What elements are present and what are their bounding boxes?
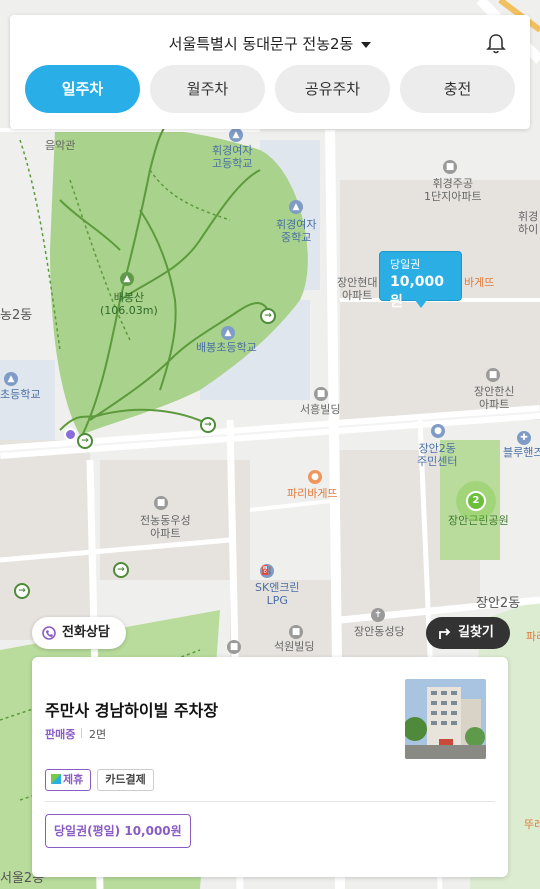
location-selector[interactable]: 서울특별시 동대문구 전농2동 <box>10 33 530 54</box>
building-icon: ■ <box>154 496 168 510</box>
marker-price: 10,000원 <box>390 274 445 310</box>
church-icon: ✝ <box>371 608 385 622</box>
map-label-elementary-left: 초등학교 <box>0 388 41 401</box>
school-icon: ▲ <box>221 326 235 340</box>
map-label-baebong-elementary: 배봉초등학교 <box>196 341 257 354</box>
phone-consult-label: 전화상담 <box>62 625 110 640</box>
tab-charging[interactable]: 충전 <box>400 65 515 113</box>
parking-lot-name: 주만사 경남하이빌 주차장 <box>45 701 219 720</box>
tab-shared-parking[interactable]: 공유주차 <box>275 65 390 113</box>
school-icon: ▲ <box>289 200 303 214</box>
map-label-hwikyung-apt: 휘경주공 1단지아파트 <box>424 177 482 203</box>
gas-station-icon: ⛽ <box>260 564 274 578</box>
map-label-seokwon: 석원빌딩 <box>274 640 315 653</box>
partner-logo-icon <box>51 774 61 784</box>
feature-tags: 제휴 카드결제 <box>45 769 154 791</box>
building-icon: ■ <box>227 640 241 654</box>
map-label-jangandong-church: 장안동성당 <box>354 625 405 638</box>
bakery-icon: ● <box>308 470 322 484</box>
school-icon: ▲ <box>4 372 18 386</box>
location-label: 서울특별시 동대문구 전농2동 <box>168 35 354 53</box>
chevron-down-icon <box>361 41 372 48</box>
building-icon: ■ <box>289 625 303 639</box>
map-label-hwi-right: 휘경 하이 <box>518 210 539 236</box>
sale-status: 판매중 <box>45 728 76 741</box>
tag-partner: 제휴 <box>45 769 92 791</box>
tag-partner-label: 제휴 <box>63 773 84 786</box>
trail-marker: → <box>77 433 93 449</box>
map-label-sk-lpg: SK엔크린 LPG <box>255 581 300 607</box>
map-label-ttu-partial: 뚜레 <box>524 818 540 831</box>
directions-label: 길찾기 <box>458 625 494 640</box>
map-label-jangan2dong: 장안2동 <box>476 596 521 611</box>
search-header: 서울특별시 동대문구 전농2동 일주차 월주차 공유주차 충전 <box>10 15 530 129</box>
mountain-icon: ▲ <box>120 272 134 286</box>
marker-ticket-type: 당일권 <box>390 258 421 271</box>
card-divider <box>45 801 495 802</box>
trail-marker: → <box>14 583 30 599</box>
ticket-option[interactable]: 당일권(평일) 10,000원 <box>45 814 191 848</box>
parking-cluster-marker[interactable]: 2 <box>456 481 496 521</box>
trail-marker: → <box>200 417 216 433</box>
map-label-jeonnong-apt: 전농동우성 아파트 <box>140 514 191 540</box>
building-icon: ■ <box>486 368 500 382</box>
map-label-seoheung: 서흥빌딩 <box>300 403 341 416</box>
map-label-pari-partial: 파리 <box>526 630 540 643</box>
map-label-jangan2-center: 장안2동 주민센터 <box>417 442 458 468</box>
building-icon: ■ <box>314 387 328 401</box>
trail-marker: → <box>113 562 129 578</box>
map-label-hwikyung-girls-middle: 휘경여자 중학교 <box>276 218 317 244</box>
map-label-bluehands: 블루핸즈 <box>503 446 540 459</box>
cluster-count: 2 <box>466 491 486 511</box>
bell-icon[interactable] <box>486 33 506 55</box>
map-label-hwikyung-girls-high: 휘경여자 고등학교 <box>212 144 253 170</box>
tab-daily-parking[interactable]: 일주차 <box>25 65 140 113</box>
space-count: 2면 <box>89 728 107 741</box>
divider <box>81 728 82 738</box>
map-label-bakery-partial: 바게뜨 <box>464 276 495 289</box>
directions-button[interactable]: 길찾기 <box>426 617 510 649</box>
turn-right-icon <box>439 628 451 639</box>
map-label-jangan-hansin: 장안한신 아파트 <box>474 385 515 411</box>
current-location-dot <box>64 428 77 441</box>
phone-icon <box>42 626 56 640</box>
parking-type-tabs: 일주차 월주차 공유주차 충전 <box>25 65 515 113</box>
government-icon: ● <box>431 424 445 438</box>
map-label-eumakwon: 음악관 <box>45 139 76 152</box>
tag-card-payment: 카드결제 <box>97 769 154 791</box>
parking-lot-photo[interactable] <box>405 679 486 759</box>
parking-price-marker[interactable]: 당일권 10,000원 <box>379 251 462 310</box>
map-label-left-edge: 농2동 <box>0 308 33 323</box>
map-label-jangan-hyundai: 장안현대 아파트 <box>337 276 378 302</box>
map-label-paris-baguette: 파리바게뜨 <box>287 487 338 500</box>
school-icon: ▲ <box>229 128 243 142</box>
trail-marker: → <box>260 308 276 324</box>
phone-consult-button[interactable]: 전화상담 <box>32 617 126 649</box>
parking-lot-card[interactable]: 주만사 경남하이빌 주차장 판매중 2면 제휴 카드결제 당일권(평일) 10,… <box>32 657 508 877</box>
tab-monthly-parking[interactable]: 월주차 <box>150 65 265 113</box>
building-icon: ■ <box>443 160 457 174</box>
service-icon: ✚ <box>517 431 531 445</box>
map-label-baebongsan: 배봉산 (106.03m) <box>100 291 158 317</box>
